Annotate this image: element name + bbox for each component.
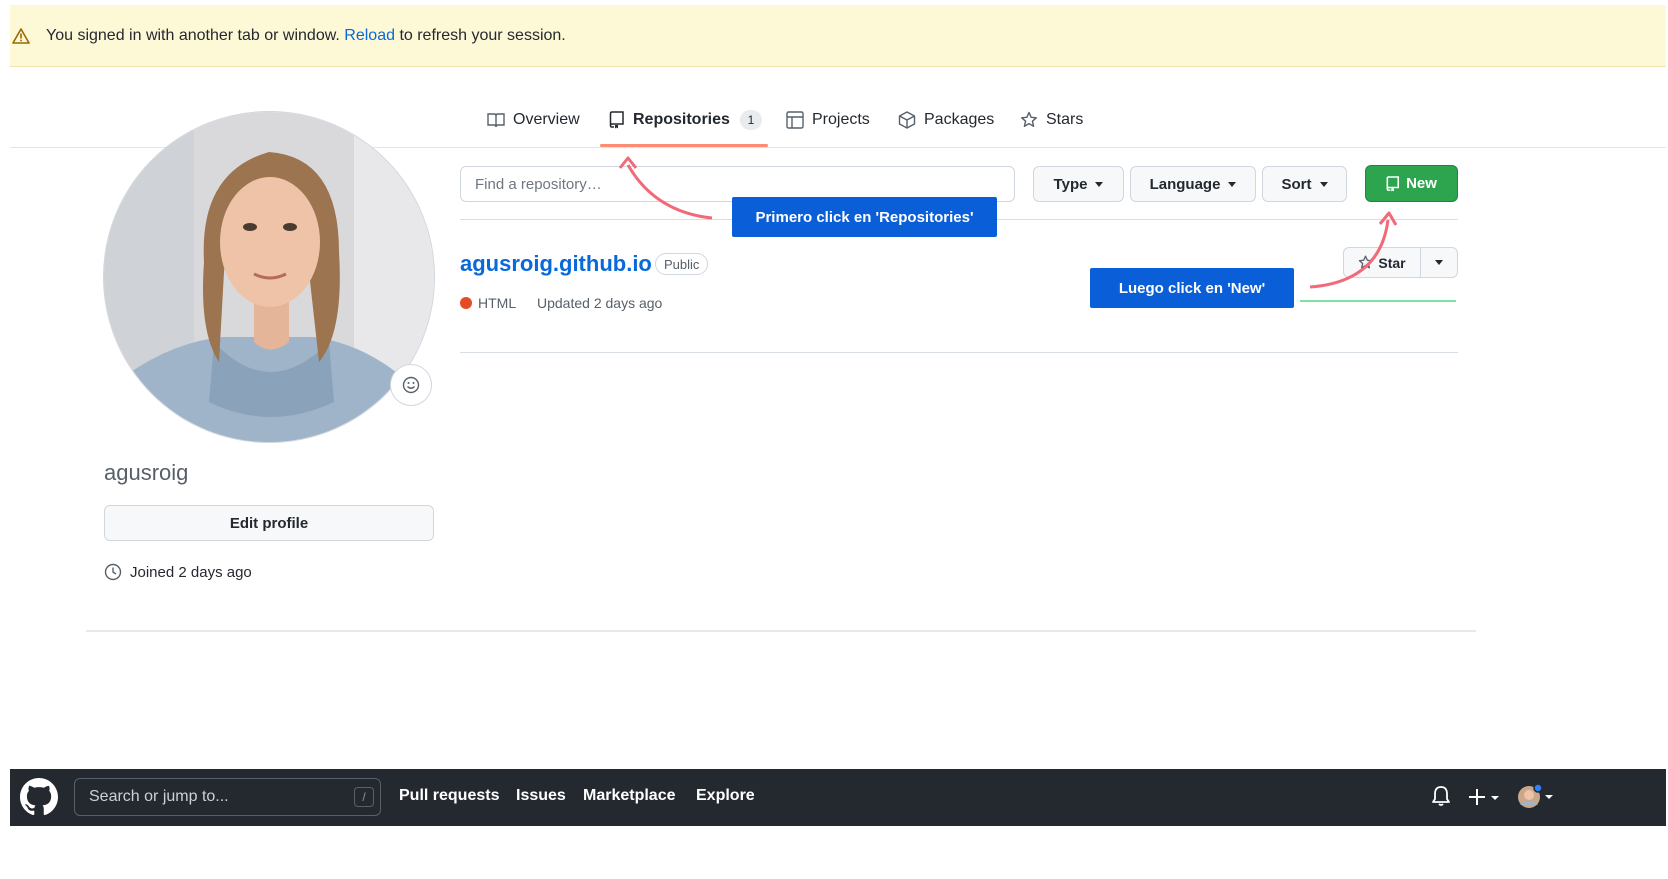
new-label: New: [1406, 175, 1437, 192]
star-list-dropdown[interactable]: [1421, 248, 1457, 277]
language-color-dot: [460, 297, 472, 309]
tab-label: Overview: [513, 111, 580, 128]
tab-repositories[interactable]: Repositories 1: [609, 106, 762, 134]
repo-divider: [460, 352, 1458, 353]
edit-profile-button[interactable]: Edit profile: [104, 505, 434, 541]
repo-icon: [609, 111, 624, 129]
star-label: Star: [1378, 254, 1406, 271]
repo-updated: Updated 2 days ago: [537, 295, 663, 311]
star-icon: [1021, 111, 1037, 127]
search-shortcut-hint: /: [354, 787, 374, 807]
book-icon: [487, 113, 505, 128]
tab-label: Repositories: [633, 111, 730, 128]
nav-issues[interactable]: Issues: [516, 787, 566, 805]
flash-banner: You signed in with another tab or window…: [10, 5, 1666, 67]
plus-icon[interactable]: [1469, 787, 1503, 807]
chevron-down-icon: [1095, 181, 1104, 187]
nav-marketplace[interactable]: Marketplace: [583, 787, 676, 805]
flash-text-after: to refresh your session.: [399, 26, 566, 44]
language-filter-label: Language: [1149, 175, 1221, 193]
activity-sparkline: [1300, 300, 1456, 302]
chevron-down-icon: [1319, 181, 1328, 187]
tab-overview[interactable]: Overview: [487, 106, 580, 134]
nav-pull-requests[interactable]: Pull requests: [399, 787, 499, 805]
star-button-group: Star: [1343, 247, 1458, 278]
global-search-input[interactable]: [74, 778, 381, 816]
tab-stars[interactable]: Stars: [1020, 106, 1083, 134]
repo-language: HTML: [478, 295, 517, 311]
nav-explore[interactable]: Explore: [696, 787, 755, 805]
type-filter-button[interactable]: Type: [1033, 166, 1124, 202]
alert-icon: [12, 27, 32, 44]
package-icon: [898, 111, 916, 129]
tab-label: Projects: [812, 111, 870, 128]
avatar[interactable]: [103, 111, 435, 443]
chevron-down-icon: [1435, 260, 1443, 265]
sort-button[interactable]: Sort: [1262, 166, 1347, 202]
bell-icon[interactable]: [1431, 785, 1451, 807]
star-button[interactable]: Star: [1344, 248, 1421, 277]
repo-counter: 1: [739, 110, 762, 130]
star-icon: [1359, 255, 1373, 269]
set-status-button[interactable]: [390, 364, 432, 406]
tab-label: Stars: [1046, 111, 1084, 128]
clock-icon: [104, 563, 122, 581]
flash-text: You signed in with another tab or window…: [46, 26, 340, 44]
joined-text: Joined 2 days ago: [130, 563, 252, 581]
smiley-icon: [402, 376, 420, 394]
global-header: / Pull requests Issues Marketplace Explo…: [10, 769, 1666, 826]
user-avatar-menu-icon[interactable]: [1517, 783, 1557, 811]
chevron-down-icon: [1228, 181, 1237, 187]
profile-username: agusroig: [104, 460, 189, 485]
tab-packages[interactable]: Packages: [898, 106, 994, 134]
sort-label: Sort: [1281, 175, 1312, 193]
reload-link[interactable]: Reload: [344, 27, 395, 45]
repo-icon: [1386, 175, 1400, 191]
language-filter-button[interactable]: Language: [1130, 166, 1256, 202]
table-icon: [786, 111, 804, 129]
annotation-new: Luego click en 'New': [1090, 268, 1294, 308]
visibility-badge: Public: [655, 253, 709, 275]
tab-projects[interactable]: Projects: [786, 106, 870, 134]
joined-info: Joined 2 days ago: [104, 563, 252, 581]
tab-label: Packages: [924, 111, 995, 128]
github-logo-icon[interactable]: [20, 778, 58, 816]
repo-link[interactable]: agusroig.github.io: [460, 251, 652, 277]
type-filter-label: Type: [1053, 175, 1088, 193]
page-divider: [86, 630, 1476, 632]
annotation-repositories: Primero click en 'Repositories': [732, 197, 997, 237]
new-repository-button[interactable]: New: [1365, 165, 1458, 202]
